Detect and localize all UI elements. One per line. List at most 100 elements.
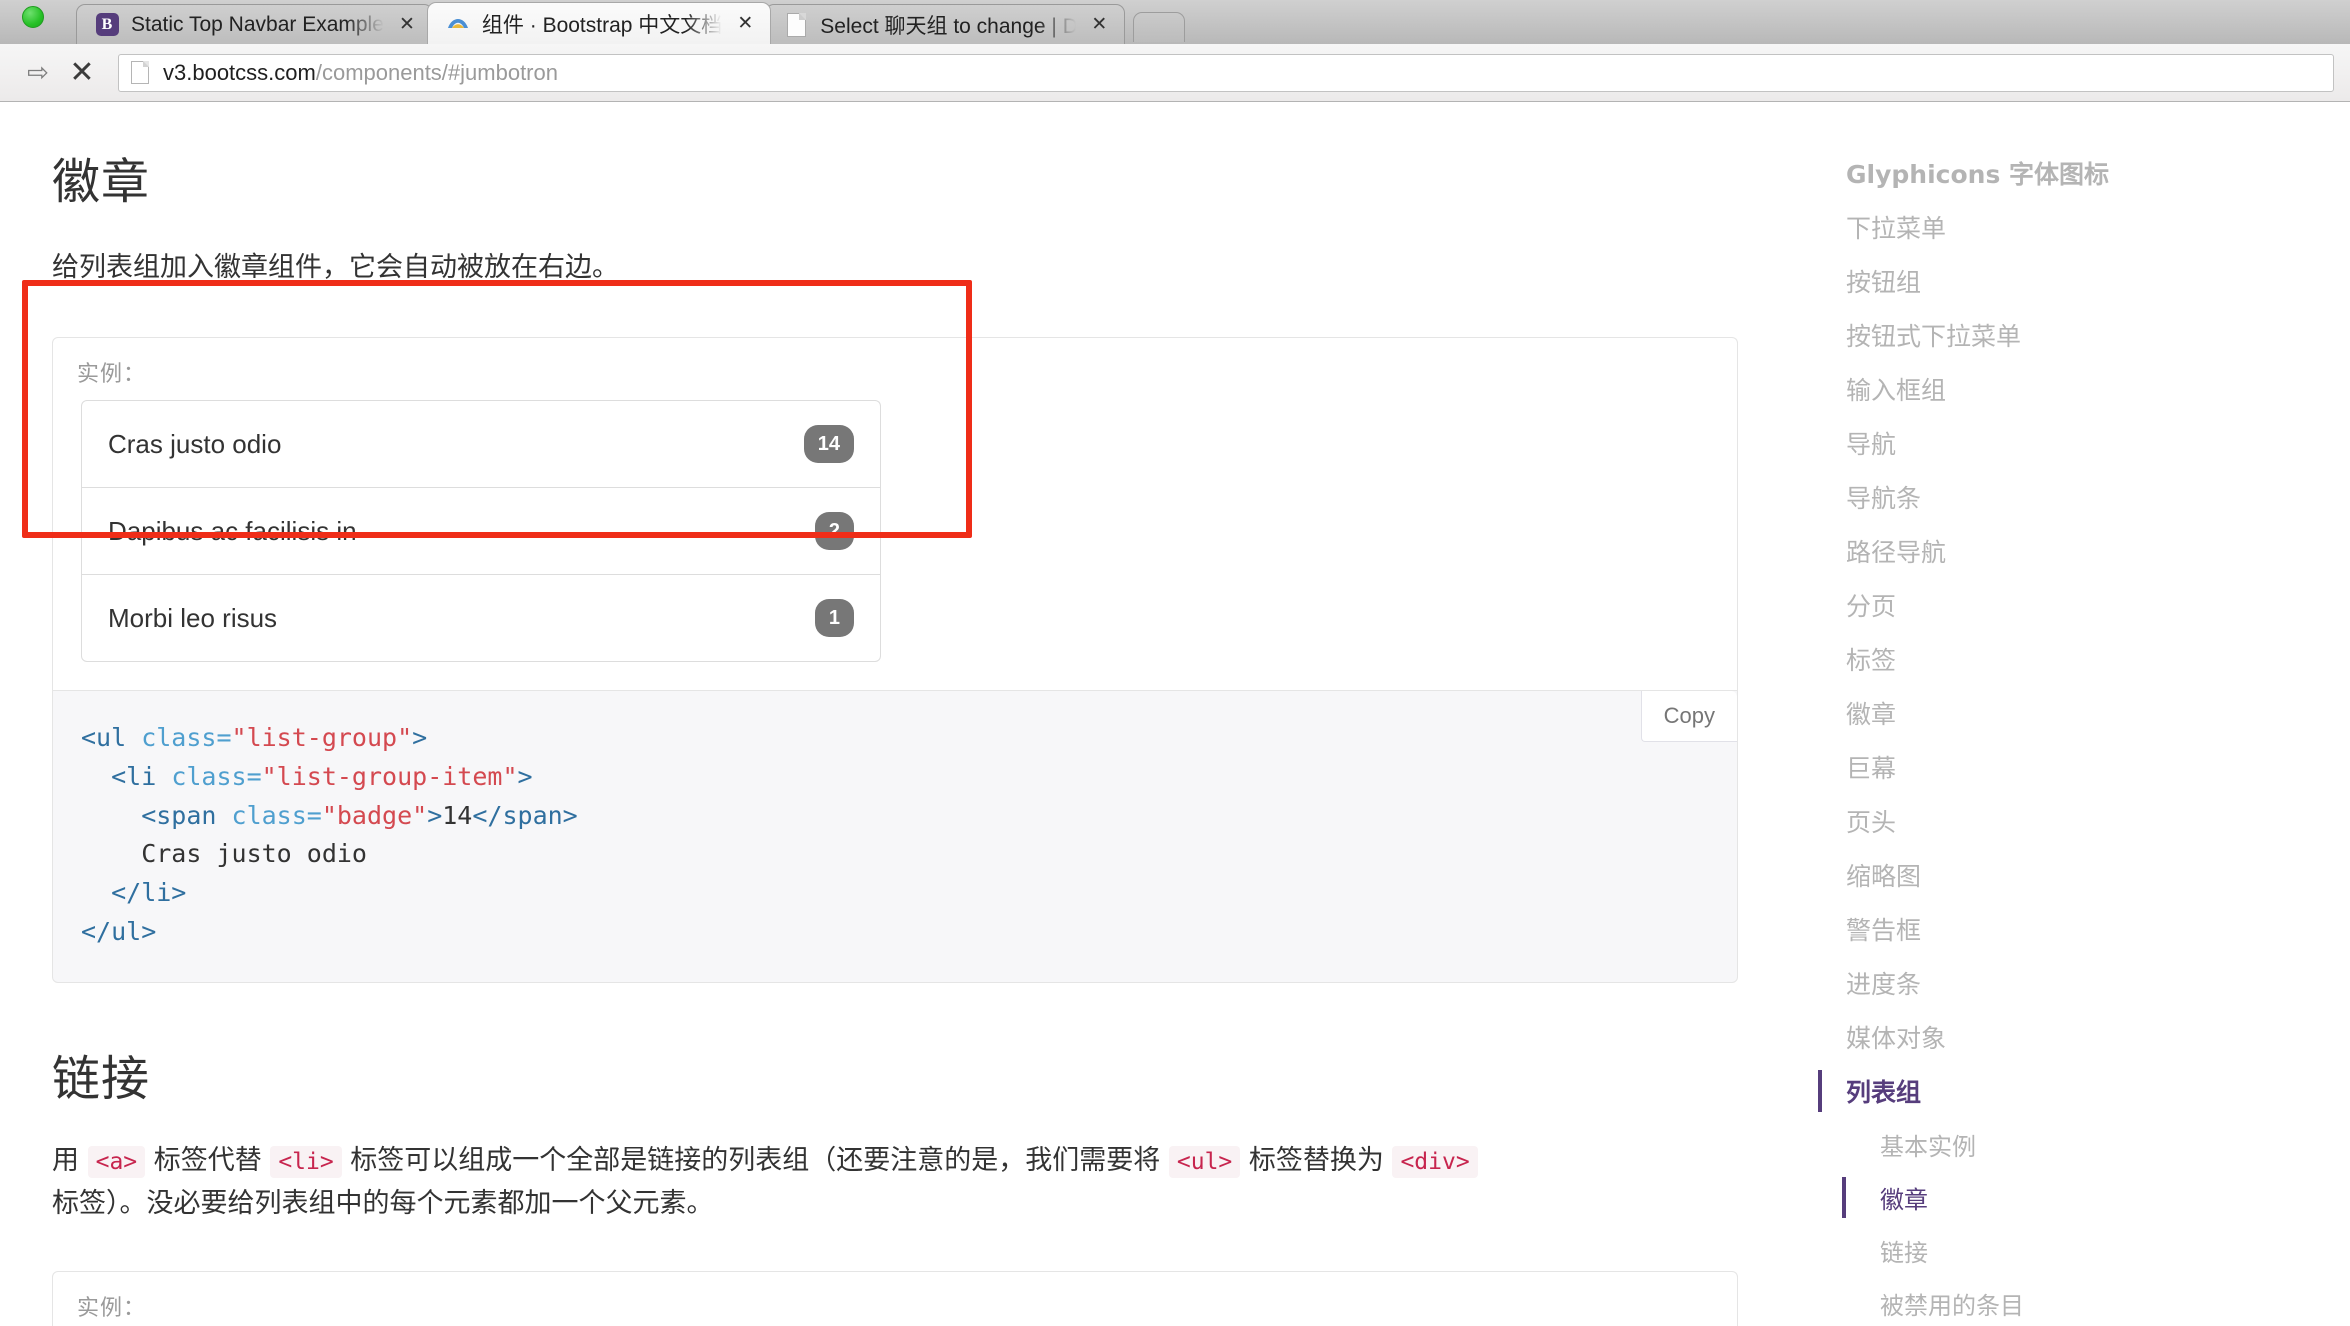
example-label: 实例： xyxy=(77,361,147,387)
close-icon[interactable]: ✕ xyxy=(396,14,418,36)
page-sidebar: Glyphicons 字体图标 下拉菜单 按钮组 按钮式下拉菜单 输入框组 导航… xyxy=(1790,102,2350,1326)
code-token: > xyxy=(412,723,428,753)
tab-strip: B Static Top Navbar Example ✕ 组件 · Boots… xyxy=(0,0,2350,44)
sidebar-item[interactable]: 徽章 xyxy=(1818,686,2350,740)
browser-tab-1[interactable]: B Static Top Navbar Example ✕ xyxy=(76,4,433,44)
bootstrap-icon: B xyxy=(95,13,119,37)
sidebar-item-label[interactable]: 徽章 xyxy=(1818,686,2350,740)
links-example-panel: 实例： Cras justo odio xyxy=(52,1271,1738,1326)
badge-list-group: Cras justo odio 14 Dapibus ac facilisis … xyxy=(81,400,881,663)
list-item[interactable]: Dapibus ac facilisis in 2 xyxy=(81,487,881,575)
sidebar-item-label[interactable]: 缩略图 xyxy=(1818,848,2350,902)
code-token: > xyxy=(427,800,443,830)
inline-code-a: <a> xyxy=(87,1145,146,1178)
sidebar-item-label[interactable]: 警告框 xyxy=(1818,902,2350,956)
sidebar-subitem-active[interactable]: 徽章 xyxy=(1818,1171,2350,1224)
code-token: "list-group-item" xyxy=(261,761,518,791)
sidebar-item[interactable]: 导航条 xyxy=(1818,470,2350,524)
sidebar-item-label[interactable]: 徽章 xyxy=(1818,1171,2350,1224)
stop-loading-icon[interactable]: ✕ xyxy=(60,51,104,95)
browser-tab-3[interactable]: Select 聊天组 to change | D ✕ xyxy=(765,4,1126,44)
sidebar-item-label[interactable]: 被禁用的条目 xyxy=(1818,1277,2350,1326)
code-token: class= xyxy=(126,723,232,753)
code-token: </li> xyxy=(81,878,187,908)
sidebar-item-label[interactable]: 按钮组 xyxy=(1818,254,2350,308)
code-token: <li xyxy=(81,761,157,791)
sidebar-item-label[interactable]: 页头 xyxy=(1818,794,2350,848)
browser-tab-1-title: Static Top Navbar Example xyxy=(131,12,384,36)
sidebar-item[interactable]: 警告框 xyxy=(1818,902,2350,956)
code-token: > xyxy=(517,761,533,791)
sidebar-subitem[interactable]: 基本实例 xyxy=(1818,1118,2350,1171)
sidebar-item[interactable]: 缩略图 xyxy=(1818,848,2350,902)
list-item[interactable]: Morbi leo risus 1 xyxy=(81,574,881,663)
badge-count: 14 xyxy=(803,425,854,464)
sidebar-item[interactable]: 路径导航 xyxy=(1818,524,2350,578)
sidebar-item-label[interactable]: 巨幕 xyxy=(1818,740,2350,794)
code-block: Copy <ul class="list-group"> <li class="… xyxy=(52,690,1738,983)
sidebar-item[interactable]: 页头 xyxy=(1818,794,2350,848)
code-token: class= xyxy=(216,800,322,830)
new-tab-button[interactable] xyxy=(1133,12,1186,42)
sidebar-item[interactable]: 分页 xyxy=(1818,578,2350,632)
close-icon[interactable]: ✕ xyxy=(1088,14,1110,36)
sidebar-subitem[interactable]: 链接 xyxy=(1818,1224,2350,1277)
sidebar-item[interactable]: 输入框组 xyxy=(1818,362,2350,416)
badge-example-panel: 实例： Cras justo odio 14 Dapibus ac facili… xyxy=(52,337,1738,691)
list-item-label: Morbi leo risus xyxy=(108,602,278,633)
sidebar-item-label[interactable]: 下拉菜单 xyxy=(1818,200,2350,254)
code-token: Cras justo odio xyxy=(81,839,367,869)
browser-tab-3-title: Select 聊天组 to change | D xyxy=(820,14,1077,38)
code-token: "badge" xyxy=(321,800,428,830)
sidebar-item-label[interactable]: Glyphicons 字体图标 xyxy=(1818,146,2350,200)
sidebar-item-label[interactable]: 导航 xyxy=(1818,416,2350,470)
address-bar[interactable]: v3.bootcss.com/components/#jumbotron xyxy=(118,53,2334,92)
code-token: </span> xyxy=(472,800,578,830)
code-snippet[interactable]: <ul class="list-group"> <li class="list-… xyxy=(81,719,1709,952)
sidebar-item-label[interactable]: 路径导航 xyxy=(1818,524,2350,578)
sidebar-item[interactable]: 标签 xyxy=(1818,632,2350,686)
code-token: "list-group" xyxy=(231,723,413,753)
sidebar-item-label[interactable]: 基本实例 xyxy=(1818,1118,2350,1171)
sidebar-item-label[interactable]: 媒体对象 xyxy=(1818,1010,2350,1064)
sidebar-item-label[interactable]: 标签 xyxy=(1818,632,2350,686)
sidebar-item-label[interactable]: 分页 xyxy=(1818,578,2350,632)
sidebar-item-label[interactable]: 链接 xyxy=(1818,1224,2350,1277)
browser-tab-2-title: 组件 · Bootstrap 中文文档 xyxy=(481,13,723,37)
paragraph-text: 用 xyxy=(52,1144,88,1176)
forward-arrow-icon[interactable]: ⇨ xyxy=(16,51,60,95)
list-item-label: Dapibus ac facilisis in xyxy=(108,515,357,546)
sidebar-item[interactable]: 导航 xyxy=(1818,416,2350,470)
window-control-green-icon[interactable] xyxy=(22,6,44,28)
sidebar-item[interactable]: 按钮组 xyxy=(1818,254,2350,308)
list-item[interactable]: Cras justo odio 14 xyxy=(81,400,881,488)
sidebar-item[interactable]: 进度条 xyxy=(1818,956,2350,1010)
badge-count: 1 xyxy=(814,599,854,638)
code-token: 14 xyxy=(442,800,473,830)
list-item-label: Cras justo odio xyxy=(108,428,282,459)
sidebar-item-label[interactable]: 按钮式下拉菜单 xyxy=(1818,308,2350,362)
sidebar-item-label[interactable]: 列表组 xyxy=(1818,1064,2350,1118)
sidebar-item-label[interactable]: 进度条 xyxy=(1818,956,2350,1010)
inline-code-ul: <ul> xyxy=(1168,1145,1241,1178)
links-section-title: 链接 xyxy=(52,1050,151,1107)
sidebar-item-label[interactable]: 导航条 xyxy=(1818,470,2350,524)
sidebar-item[interactable]: 巨幕 xyxy=(1818,740,2350,794)
copy-button[interactable]: Copy xyxy=(1640,691,1737,743)
page-info-icon[interactable] xyxy=(131,61,149,84)
sidebar-subitem[interactable]: 被禁用的条目 xyxy=(1818,1277,2350,1326)
badge-section-description: 给列表组加入徽章组件，它会自动被放在右边。 xyxy=(52,252,619,283)
close-icon[interactable]: ✕ xyxy=(734,13,756,35)
sidebar-item[interactable]: 下拉菜单 xyxy=(1818,200,2350,254)
browser-toolbar: ⇨ ✕ v3.bootcss.com/components/#jumbotron xyxy=(0,44,2350,102)
sidebar-item-active[interactable]: 列表组 xyxy=(1818,1064,2350,1118)
sidebar-item[interactable]: 按钮式下拉菜单 xyxy=(1818,308,2350,362)
paragraph-text: 标签）。没必要给列表组中的每个元素都加一个父元素。 xyxy=(52,1187,714,1219)
sidebar-item[interactable]: Glyphicons 字体图标 xyxy=(1818,146,2350,200)
sidebar-nav: Glyphicons 字体图标 下拉菜单 按钮组 按钮式下拉菜单 输入框组 导航… xyxy=(1818,146,2350,1326)
browser-tab-2[interactable]: 组件 · Bootstrap 中文文档 ✕ xyxy=(426,2,772,44)
sidebar-item[interactable]: 媒体对象 xyxy=(1818,1010,2350,1064)
sidebar-item-label[interactable]: 输入框组 xyxy=(1818,362,2350,416)
example-label: 实例： xyxy=(77,1295,147,1321)
paragraph-text: 标签可以组成一个全部是链接的列表组（还要注意的是，我们需要将 xyxy=(341,1144,1169,1176)
